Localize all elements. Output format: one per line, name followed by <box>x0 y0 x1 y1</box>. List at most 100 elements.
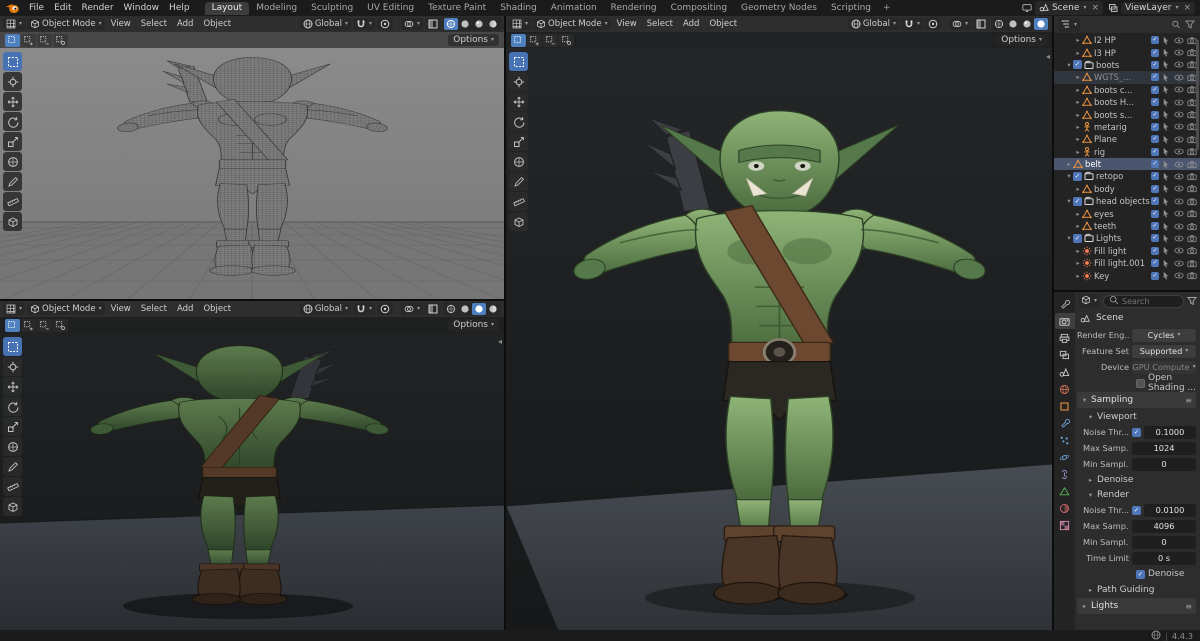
region-collapse-arrow[interactable]: ◂ <box>498 52 502 61</box>
viewport-3d-scene-wireframe[interactable] <box>0 32 504 299</box>
properties-tab-data[interactable] <box>1055 483 1075 499</box>
collection-checkbox[interactable]: ✓ <box>1073 171 1082 181</box>
xray-toggle[interactable] <box>425 303 441 315</box>
annotate-tool[interactable] <box>3 457 22 476</box>
section-menu-icon[interactable]: ≡ <box>1185 602 1192 611</box>
hide-eye-icon[interactable] <box>1174 221 1185 231</box>
section-menu-icon[interactable]: ≡ <box>1185 396 1192 405</box>
rotate-tool[interactable] <box>3 397 22 416</box>
select-mode-0[interactable] <box>5 318 20 332</box>
workspace-tab-shading[interactable]: Shading <box>493 2 544 15</box>
select-mode-3[interactable] <box>559 33 574 47</box>
collection-checkbox[interactable]: ✓ <box>1073 233 1082 243</box>
hide-eye-icon[interactable] <box>1174 209 1185 219</box>
select-mode-0[interactable] <box>511 33 526 47</box>
menu-edit[interactable]: Edit <box>49 2 76 14</box>
scene-unlink-button[interactable]: × <box>1091 3 1099 13</box>
outliner-item-teeth[interactable]: ▸ teeth ✓ <box>1054 220 1200 232</box>
select-mode-2[interactable] <box>37 318 52 332</box>
rotate-tool[interactable] <box>3 112 22 131</box>
cursor-select-icon[interactable] <box>1161 122 1172 132</box>
region-collapse-arrow[interactable]: ◂ <box>1046 52 1050 61</box>
select-mode-0[interactable] <box>5 33 20 47</box>
measure-tool[interactable] <box>3 477 22 496</box>
hide-eye-icon[interactable] <box>1174 196 1185 206</box>
properties-search[interactable] <box>1103 294 1184 308</box>
annotate-tool[interactable] <box>509 172 528 191</box>
editor-type-button[interactable]: ▾ <box>3 18 26 30</box>
render-visibility-camera-icon[interactable] <box>1187 196 1198 206</box>
selectable-checkbox[interactable]: ✓ <box>1151 122 1159 131</box>
cursor-select-icon[interactable] <box>1161 48 1172 58</box>
workspace-tab-modeling[interactable]: Modeling <box>249 2 304 15</box>
outliner-item-boots-s[interactable]: ▸ boots s... ✓ <box>1054 108 1200 120</box>
viewport-3d-scene-back[interactable] <box>0 317 504 630</box>
hide-eye-icon[interactable] <box>1174 35 1185 45</box>
viewport-3d-scene-rendered[interactable] <box>506 32 1052 630</box>
rotate-tool[interactable] <box>509 112 528 131</box>
viewport-menu-object[interactable]: Object <box>199 18 235 30</box>
workspace-tab-compositing[interactable]: Compositing <box>664 2 734 15</box>
workspace-tab-texture-paint[interactable]: Texture Paint <box>421 2 493 15</box>
selectable-checkbox[interactable]: ✓ <box>1151 246 1159 255</box>
transform-orientation-selector[interactable]: Global ▾ <box>299 303 351 315</box>
viewport-menu-select[interactable]: Select <box>643 18 677 30</box>
viewlayer-selector[interactable]: ViewLayer ▾ × <box>1120 2 1195 14</box>
disclosure-arrow[interactable]: ▸ <box>1074 148 1082 156</box>
shading-wireframe-button[interactable] <box>444 18 458 30</box>
scale-tool[interactable] <box>509 132 528 151</box>
disclosure-arrow[interactable]: ▸ <box>1074 49 1082 57</box>
outliner-item-boots[interactable]: ▾ ✓ boots ✓ <box>1054 59 1200 71</box>
filter-funnel-icon[interactable] <box>1187 296 1197 306</box>
transform-orientation-selector[interactable]: Global ▾ <box>847 18 899 30</box>
outliner-item-i2-hp[interactable]: ▸ I2 HP ✓ <box>1054 34 1200 46</box>
outliner-item-rig[interactable]: ▸ rig ✓ <box>1054 146 1200 158</box>
overlays-toggle[interactable]: ▾ <box>400 303 423 315</box>
selectable-checkbox[interactable]: ✓ <box>1151 160 1159 169</box>
hide-eye-icon[interactable] <box>1174 72 1185 82</box>
disclosure-arrow[interactable]: ▸ <box>1074 272 1082 280</box>
options-dropdown[interactable]: Options ▾ <box>448 319 499 331</box>
viewport-menu-object[interactable]: Object <box>199 303 235 315</box>
outliner-item-retopo[interactable]: ▾ ✓ retopo ✓ <box>1054 170 1200 182</box>
shading-material-preview-button[interactable] <box>472 18 486 30</box>
outliner-item-key[interactable]: ▸ Key ✓ <box>1054 269 1200 281</box>
properties-tab-material[interactable] <box>1055 500 1075 516</box>
properties-tab-modifiers[interactable] <box>1055 415 1075 431</box>
editor-type-button[interactable]: ▾ <box>3 303 26 315</box>
annotate-tool[interactable] <box>3 172 22 191</box>
selectable-checkbox[interactable]: ✓ <box>1151 271 1159 280</box>
search-icon[interactable] <box>1171 20 1182 30</box>
add-cube-tool[interactable] <box>3 212 22 231</box>
workspace-tab-sculpting[interactable]: Sculpting <box>304 2 360 15</box>
properties-tab-tool[interactable] <box>1055 296 1075 312</box>
hide-eye-icon[interactable] <box>1174 97 1185 107</box>
hide-eye-icon[interactable] <box>1174 48 1185 58</box>
render-visibility-camera-icon[interactable] <box>1187 271 1198 281</box>
filter-funnel-icon[interactable] <box>1185 20 1196 30</box>
selectable-checkbox[interactable]: ✓ <box>1151 147 1159 156</box>
section-sampling[interactable]: ▾ Sampling ≡ <box>1077 392 1196 408</box>
snap-toggle[interactable]: ▾ <box>900 18 923 30</box>
proportional-edit-toggle[interactable] <box>924 18 941 30</box>
render-visibility-camera-icon[interactable] <box>1187 171 1198 181</box>
time-limit-field[interactable]: 0 s <box>1132 551 1196 565</box>
hide-eye-icon[interactable] <box>1174 60 1185 70</box>
measure-tool[interactable] <box>509 192 528 211</box>
disclosure-arrow[interactable]: ▸ <box>1074 123 1082 131</box>
selectable-checkbox[interactable]: ✓ <box>1151 36 1159 45</box>
select-mode-1[interactable] <box>21 33 36 47</box>
subsection-path-guiding[interactable]: ▸ Path Guiding <box>1077 582 1196 597</box>
cursor-select-icon[interactable] <box>1161 184 1172 194</box>
shading-rendered-button[interactable] <box>486 18 500 30</box>
select-mode-1[interactable] <box>21 318 36 332</box>
viewport-menu-view[interactable]: View <box>613 18 641 30</box>
blender-logo-icon[interactable] <box>5 3 20 14</box>
selectable-checkbox[interactable]: ✓ <box>1151 234 1159 243</box>
selectable-checkbox[interactable]: ✓ <box>1151 110 1159 119</box>
properties-tab-texture[interactable] <box>1055 517 1075 533</box>
disclosure-arrow[interactable]: ▸ <box>1074 210 1082 218</box>
transform-orientation-selector[interactable]: Global ▾ <box>299 18 351 30</box>
properties-tab-render[interactable] <box>1054 313 1075 329</box>
hide-eye-icon[interactable] <box>1174 184 1185 194</box>
